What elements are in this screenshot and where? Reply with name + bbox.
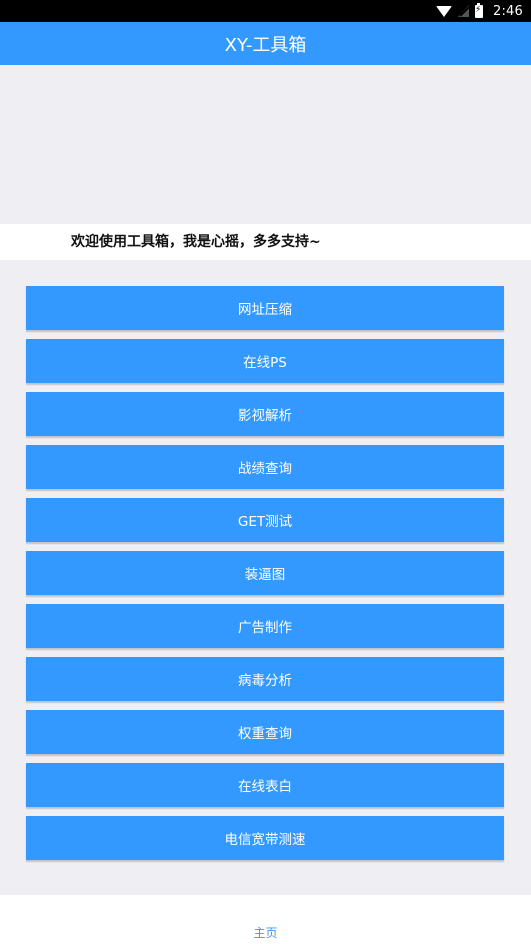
banner-area xyxy=(0,65,531,224)
nav-home-label: 主页 xyxy=(253,925,278,940)
broadband-speedtest-button[interactable]: 电信宽带测速 xyxy=(26,816,504,860)
record-query-button[interactable]: 战绩查询 xyxy=(26,445,504,489)
url-shorten-button[interactable]: 网址压缩 xyxy=(26,286,504,330)
online-ps-button[interactable]: 在线PS xyxy=(26,339,504,383)
video-parse-button[interactable]: 影视解析 xyxy=(26,392,504,436)
bottom-nav: 主页 xyxy=(0,895,531,944)
virus-analysis-button[interactable]: 病毒分析 xyxy=(26,657,504,701)
get-test-button[interactable]: GET测试 xyxy=(26,498,504,542)
announcement-marquee: 欢迎使用工具箱，我是心摇，多多支持~ xyxy=(0,224,531,260)
app-title: XY-工具箱 xyxy=(224,34,307,56)
online-confession-button[interactable]: 在线表白 xyxy=(26,763,504,807)
no-sim-icon xyxy=(458,5,469,17)
app-bar: XY-工具箱 xyxy=(0,22,531,65)
status-bar: 2:46 xyxy=(0,0,531,22)
meme-image-button[interactable]: 装逼图 xyxy=(26,551,504,595)
nav-home-tab[interactable]: 主页 xyxy=(0,895,531,944)
wifi-icon xyxy=(436,5,452,17)
status-time: 2:46 xyxy=(493,3,523,19)
weight-query-button[interactable]: 权重查询 xyxy=(26,710,504,754)
battery-charging-icon xyxy=(475,2,483,18)
tool-list: 网址压缩 在线PS 影视解析 战绩查询 GET测试 装逼图 广告制作 病毒分析 … xyxy=(26,286,504,869)
status-icons: 2:46 xyxy=(436,0,523,22)
announcement-text: 欢迎使用工具箱，我是心摇，多多支持~ xyxy=(71,234,321,250)
ad-maker-button[interactable]: 广告制作 xyxy=(26,604,504,648)
